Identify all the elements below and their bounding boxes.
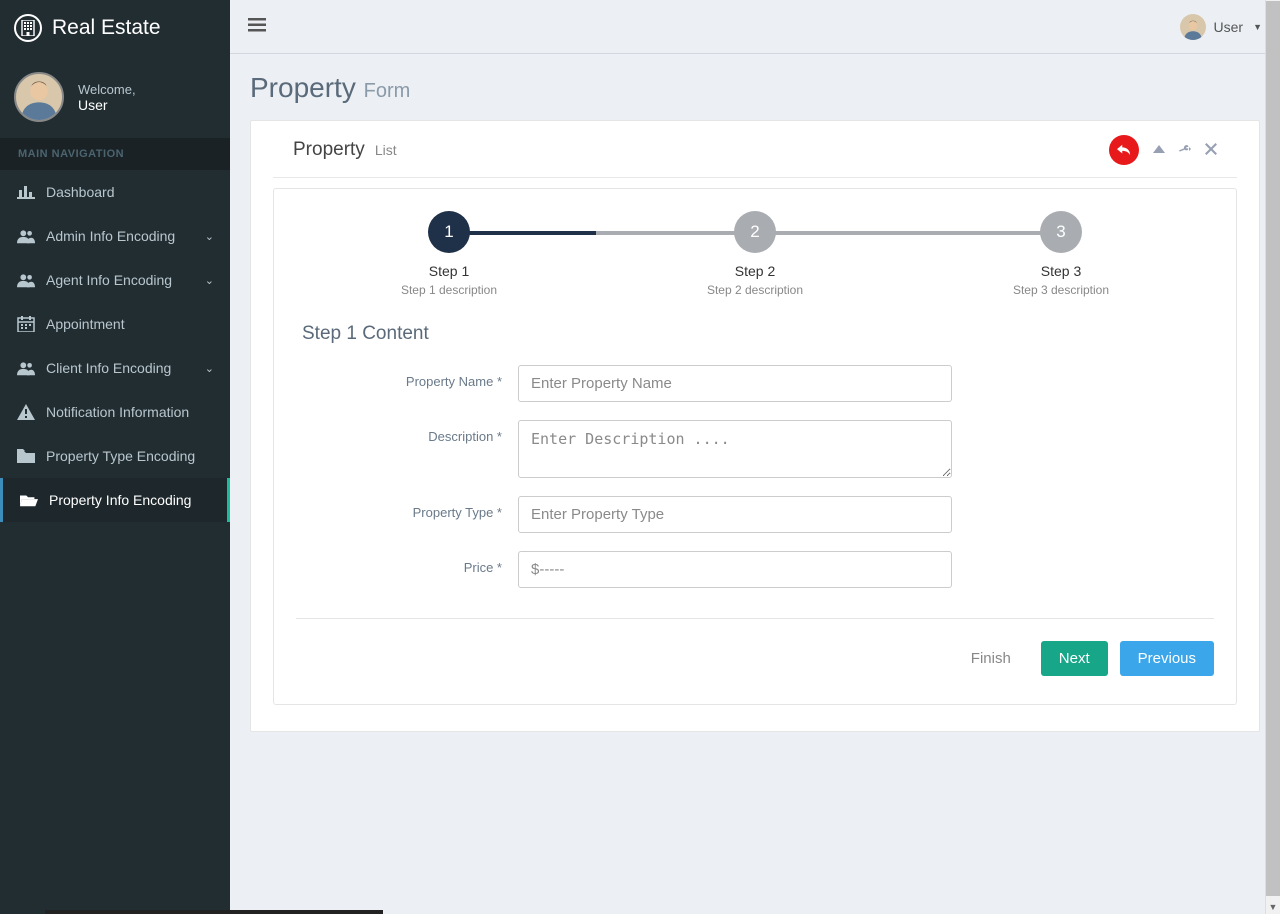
topbar-avatar-icon	[1180, 14, 1206, 40]
scroll-down-icon[interactable]: ▼	[1266, 899, 1280, 914]
folder-icon	[16, 448, 36, 464]
vertical-scrollbar[interactable]: ▼	[1265, 0, 1280, 914]
topbar-user-label: User	[1214, 19, 1244, 35]
users-icon	[16, 272, 36, 288]
step-label: Step 1	[296, 263, 602, 279]
step-label: Step 3	[908, 263, 1214, 279]
brand-text: Real Estate	[52, 16, 161, 40]
sidebar-item-agent-info[interactable]: Agent Info Encoding ⌄	[0, 258, 230, 302]
chevron-down-icon: ⌄	[205, 230, 214, 243]
wizard-heading: Step 1 Content	[296, 323, 1214, 345]
main-area: User ▼ Property Form Property List	[230, 0, 1280, 914]
users-icon	[16, 360, 36, 376]
step-desc: Step 3 description	[908, 283, 1214, 297]
wizard-step-2[interactable]: 2 Step 2 Step 2 description	[602, 211, 908, 297]
step-label: Step 2	[602, 263, 908, 279]
user-name: User	[78, 97, 136, 113]
label-description: Description *	[296, 420, 518, 444]
previous-button[interactable]: Previous	[1120, 641, 1214, 676]
page-title: Property Form	[250, 72, 1260, 104]
folder-open-icon	[19, 492, 39, 508]
sidebar-item-dashboard[interactable]: Dashboard	[0, 170, 230, 214]
step-circle: 2	[734, 211, 776, 253]
next-button[interactable]: Next	[1041, 641, 1108, 676]
sidebar-item-label: Dashboard	[46, 184, 115, 200]
users-icon	[16, 228, 36, 244]
calendar-icon	[16, 316, 36, 332]
user-menu[interactable]: User ▼	[1180, 14, 1262, 40]
sidebar-item-client-info[interactable]: Client Info Encoding ⌄	[0, 346, 230, 390]
input-price[interactable]	[518, 551, 952, 588]
chevron-down-icon: ⌄	[205, 362, 214, 375]
sidebar-item-label: Appointment	[46, 316, 125, 332]
chevron-down-icon: ⌄	[205, 274, 214, 287]
input-property-type[interactable]	[518, 496, 952, 533]
sidebar: Real Estate Welcome, User MAIN NAVIGATIO…	[0, 0, 230, 914]
step-circle: 3	[1040, 211, 1082, 253]
user-panel: Welcome, User	[0, 56, 230, 138]
nav-list: Dashboard Admin Info Encoding ⌄ Agent In…	[0, 170, 230, 522]
user-avatar[interactable]	[14, 72, 64, 122]
sidebar-item-admin-info[interactable]: Admin Info Encoding ⌄	[0, 214, 230, 258]
step-desc: Step 1 description	[296, 283, 602, 297]
close-icon[interactable]	[1205, 143, 1217, 158]
sidebar-item-property-type[interactable]: Property Type Encoding	[0, 434, 230, 478]
hamburger-icon[interactable]	[248, 17, 266, 36]
bottom-accent	[45, 910, 383, 914]
sidebar-item-label: Agent Info Encoding	[46, 272, 172, 288]
label-price: Price *	[296, 551, 518, 575]
undo-button[interactable]	[1109, 135, 1139, 165]
brand[interactable]: Real Estate	[0, 0, 230, 56]
sidebar-item-label: Client Info Encoding	[46, 360, 171, 376]
topbar: User ▼	[230, 0, 1280, 54]
sidebar-item-label: Admin Info Encoding	[46, 228, 175, 244]
chart-icon	[16, 184, 36, 200]
wizard-step-1[interactable]: 1 Step 1 Step 1 description	[296, 211, 602, 297]
collapse-icon[interactable]	[1153, 143, 1165, 158]
label-property-name: Property Name *	[296, 365, 518, 389]
sidebar-item-property-info[interactable]: Property Info Encoding	[0, 478, 230, 522]
sidebar-item-label: Notification Information	[46, 404, 189, 420]
sidebar-item-appointment[interactable]: Appointment	[0, 302, 230, 346]
finish-button[interactable]: Finish	[953, 641, 1029, 676]
sidebar-item-label: Property Type Encoding	[46, 448, 195, 464]
panel: Property List	[250, 120, 1260, 732]
nav-header: MAIN NAVIGATION	[0, 138, 230, 170]
warning-icon	[16, 404, 36, 420]
panel-subtitle: List	[375, 142, 397, 158]
input-property-name[interactable]	[518, 365, 952, 402]
wizard-step-3[interactable]: 3 Step 3 Step 3 description	[908, 211, 1214, 297]
sidebar-item-notification[interactable]: Notification Information	[0, 390, 230, 434]
welcome-text: Welcome,	[78, 82, 136, 97]
wrench-icon[interactable]	[1179, 143, 1191, 158]
wizard: 1 Step 1 Step 1 description 2 Step 2 Ste…	[273, 188, 1237, 705]
wizard-steps: 1 Step 1 Step 1 description 2 Step 2 Ste…	[296, 211, 1214, 297]
step-circle: 1	[428, 211, 470, 253]
step-desc: Step 2 description	[602, 283, 908, 297]
panel-title: Property	[293, 139, 365, 161]
input-description[interactable]	[518, 420, 952, 478]
label-property-type: Property Type *	[296, 496, 518, 520]
caret-down-icon: ▼	[1253, 22, 1262, 32]
brand-building-icon	[14, 14, 42, 42]
sidebar-item-label: Property Info Encoding	[49, 492, 191, 508]
